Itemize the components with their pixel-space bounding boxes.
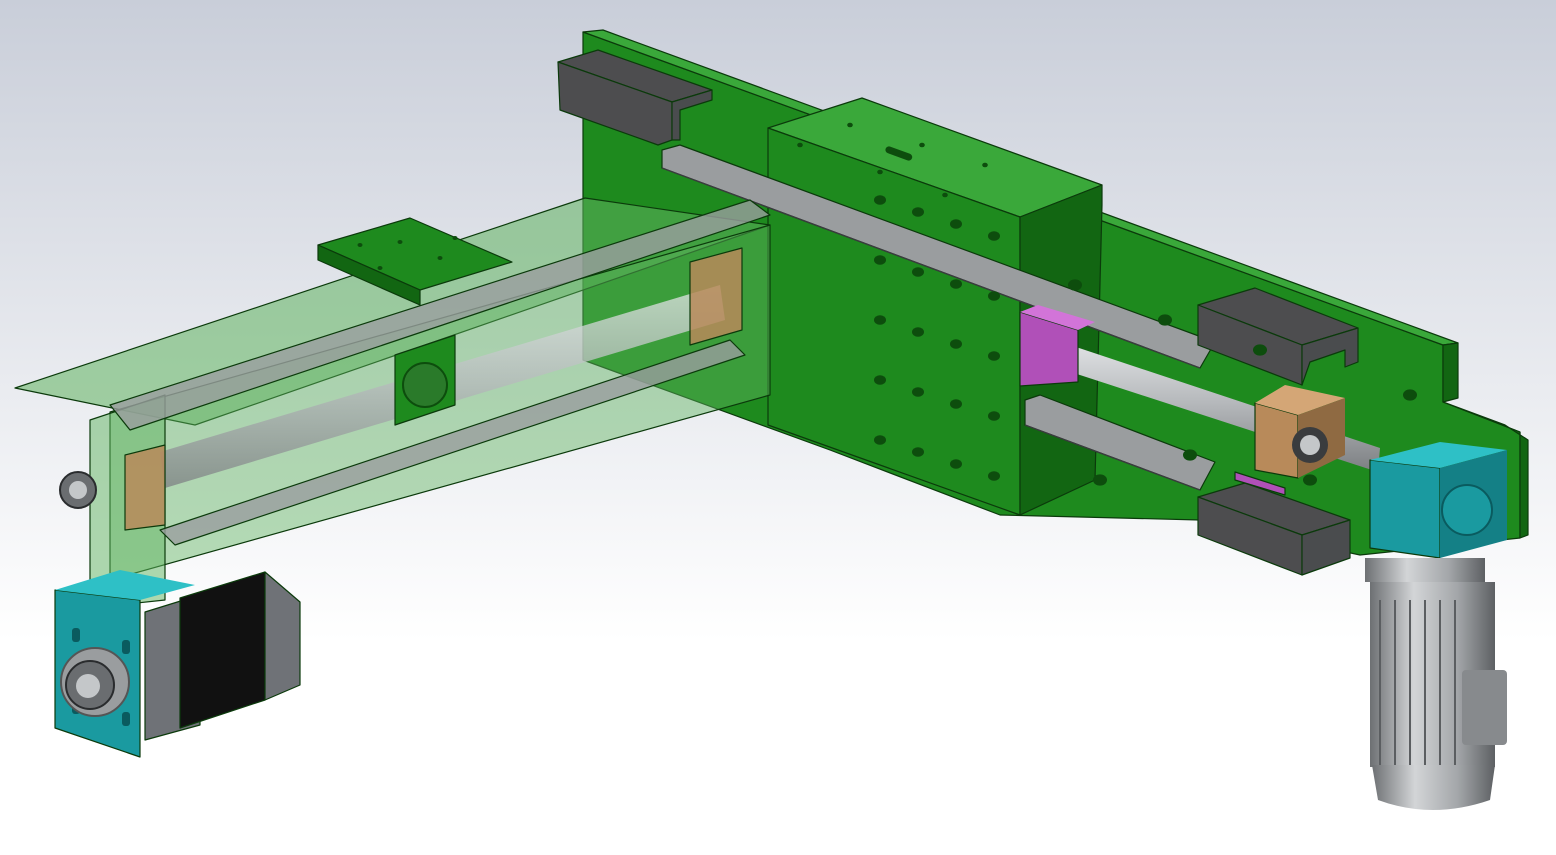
pad-hole <box>397 240 403 244</box>
base-plate-hole <box>1303 474 1317 486</box>
base-plate-hole <box>1093 474 1107 486</box>
carriage-bolt-head <box>874 435 886 445</box>
carriage-top-hole <box>877 169 883 175</box>
base-plate-hole <box>1158 314 1172 326</box>
base-plate-right-edge <box>1442 342 1459 403</box>
carriage-bolt-head <box>912 447 924 457</box>
carriage-bolt-head <box>988 411 1000 421</box>
carriage-bolt-head <box>912 267 924 277</box>
cad-viewport[interactable] <box>0 0 1556 855</box>
motor-terminal-box <box>1462 670 1507 745</box>
cad-model-view[interactable] <box>0 0 1556 855</box>
carriage-bolt-head <box>950 339 962 349</box>
pad-hole <box>357 243 363 247</box>
stepper-body <box>179 571 266 729</box>
carriage-bolt-head <box>988 471 1000 481</box>
stepper-pulley[interactable] <box>60 647 130 717</box>
carriage-bolt-head <box>950 219 962 229</box>
carriage-top-hole <box>847 122 853 128</box>
gearbox-front <box>1369 459 1441 559</box>
pad-hole <box>377 266 383 270</box>
carriage-top-hole <box>982 162 988 168</box>
carriage-bolt-head <box>950 279 962 289</box>
carriage-bolt-head <box>988 351 1000 361</box>
carriage-bolt-head <box>988 291 1000 301</box>
ac-motor[interactable] <box>1365 558 1507 810</box>
motor-flange <box>1365 558 1485 582</box>
motor-end-cap <box>1372 765 1495 810</box>
arm-far-bearing-body <box>689 247 743 346</box>
base-plate-hole <box>1183 449 1197 461</box>
carriage-bolt-head <box>950 459 962 469</box>
carriage-top-hole <box>919 142 925 148</box>
arm-pulley[interactable] <box>59 471 97 509</box>
carriage-bolt-head <box>874 255 886 265</box>
carriage-bolt-head <box>988 231 1000 241</box>
carriage-bolt-head <box>912 387 924 397</box>
carriage-bolt-head <box>874 315 886 325</box>
carriage-bolt-head <box>874 195 886 205</box>
base-plate-hole <box>1068 279 1082 291</box>
carriage-bolt-head <box>912 207 924 217</box>
carriage-top-hole <box>797 142 803 148</box>
gearbox-output-boss <box>1441 484 1493 536</box>
bearing-front <box>1254 402 1299 479</box>
gearbox[interactable] <box>1369 442 1507 559</box>
arm-end-bearing-body <box>124 444 166 531</box>
carriage-top-hole <box>942 192 948 198</box>
pad-hole <box>452 236 458 240</box>
carriage-bolt-head <box>912 327 924 337</box>
pad-hole <box>437 256 443 260</box>
carriage-bolt-head <box>874 375 886 385</box>
base-plate-hole <box>1253 344 1267 356</box>
base-plate-hole <box>1403 389 1417 401</box>
carriage-bolt-head <box>950 399 962 409</box>
